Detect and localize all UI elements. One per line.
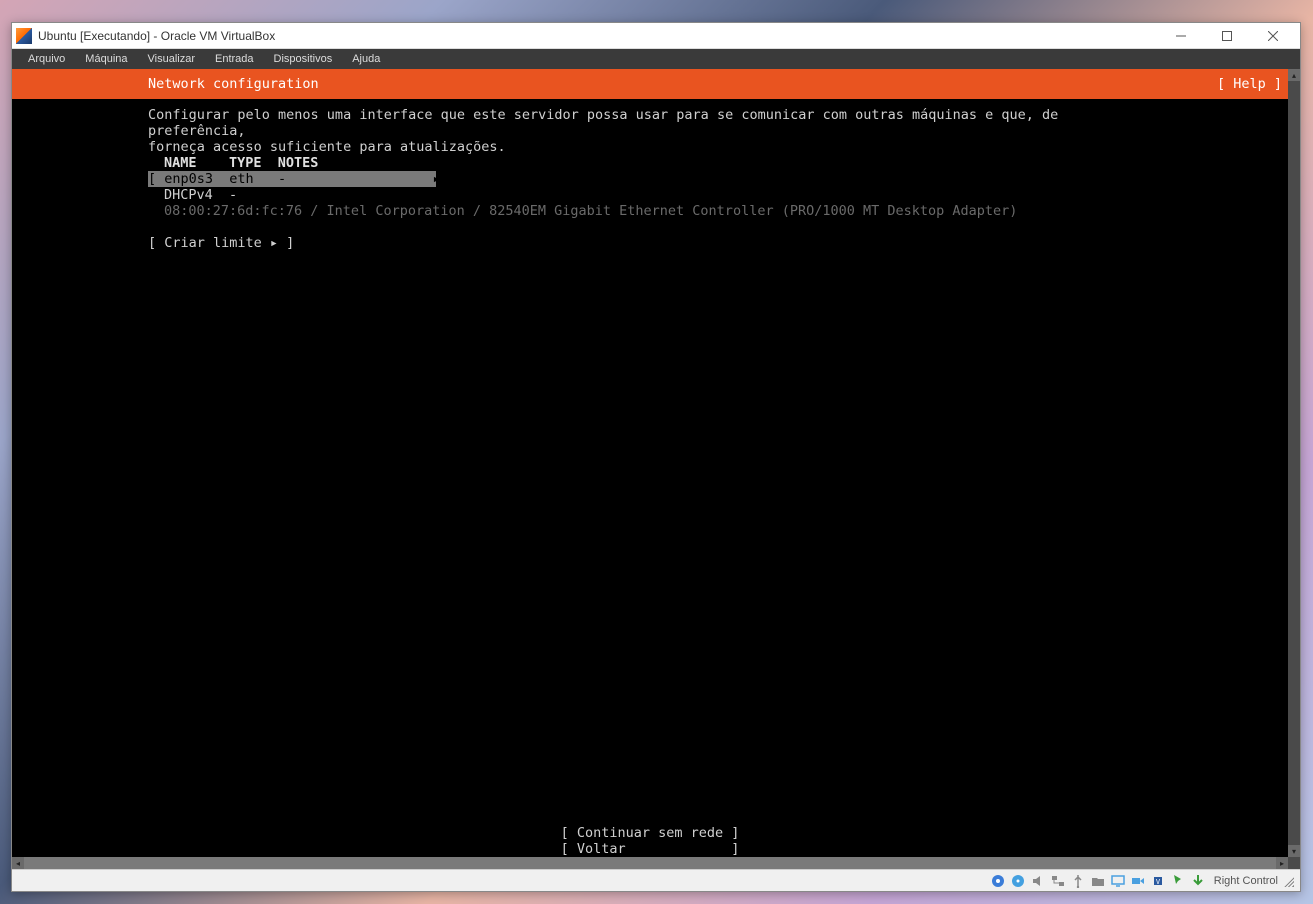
- continue-without-network-button[interactable]: [ Continuar sem rede ]: [12, 825, 1288, 841]
- statusbar: V Right Control: [12, 869, 1300, 891]
- back-button[interactable]: [ Voltar ]: [12, 841, 1288, 857]
- interface-enp0s3-row[interactable]: [ enp0s3 eth - ▸ ]: [148, 171, 436, 187]
- recording-icon[interactable]: [1130, 873, 1146, 889]
- processor-icon[interactable]: V: [1150, 873, 1166, 889]
- minimize-button[interactable]: [1158, 24, 1204, 48]
- menu-arquivo[interactable]: Arquivo: [18, 51, 75, 67]
- help-button[interactable]: [ Help ]: [1217, 76, 1282, 92]
- scroll-left-icon[interactable]: ◂: [12, 857, 24, 869]
- close-button[interactable]: [1250, 24, 1296, 48]
- host-key-label: Right Control: [1214, 875, 1278, 887]
- display-icon[interactable]: [1110, 873, 1126, 889]
- window-title: Ubuntu [Executando] - Oracle VM VirtualB…: [38, 29, 1158, 43]
- resize-grip-icon[interactable]: [1282, 875, 1294, 887]
- scroll-right-icon[interactable]: ▸: [1276, 857, 1288, 869]
- menu-maquina[interactable]: Máquina: [75, 51, 137, 67]
- app-icon: [16, 28, 32, 44]
- installer-title: Network configuration: [148, 76, 319, 92]
- menubar: Arquivo Máquina Visualizar Entrada Dispo…: [12, 49, 1300, 69]
- usb-icon[interactable]: [1070, 873, 1086, 889]
- horizontal-scrollbar[interactable]: ◂ ▸: [12, 857, 1288, 869]
- maximize-button[interactable]: [1204, 24, 1250, 48]
- scroll-corner: [1288, 857, 1300, 869]
- installer-nav-buttons: [ Continuar sem rede ] [ Voltar ]: [12, 825, 1288, 857]
- keyboard-capture-icon[interactable]: [1190, 873, 1206, 889]
- menu-entrada[interactable]: Entrada: [205, 51, 264, 67]
- menu-visualizar[interactable]: Visualizar: [138, 51, 206, 67]
- guest-screen[interactable]: Network configuration [ Help ] Configura…: [12, 69, 1288, 857]
- titlebar[interactable]: Ubuntu [Executando] - Oracle VM VirtualB…: [12, 23, 1300, 49]
- interface-table-header: NAME TYPE NOTES: [164, 155, 318, 171]
- hard-disk-icon[interactable]: [990, 873, 1006, 889]
- interface-hardware-info: 08:00:27:6d:fc:76 / Intel Corporation / …: [164, 203, 1017, 219]
- shared-folders-icon[interactable]: [1090, 873, 1106, 889]
- scroll-down-icon[interactable]: ▾: [1288, 845, 1300, 857]
- optical-drive-icon[interactable]: [1010, 873, 1026, 889]
- vertical-scrollbar[interactable]: ▴ ▾: [1288, 69, 1300, 857]
- menu-ajuda[interactable]: Ajuda: [342, 51, 390, 67]
- installer-description: Configurar pelo menos uma interface que …: [148, 107, 1148, 155]
- create-bond-button[interactable]: [ Criar limite ▸ ]: [148, 235, 294, 251]
- installer-header: Network configuration [ Help ]: [12, 69, 1288, 99]
- scroll-up-icon[interactable]: ▴: [1288, 69, 1300, 81]
- window-controls: [1158, 24, 1296, 48]
- horizontal-scroll-thumb[interactable]: [24, 857, 1276, 869]
- menu-dispositivos[interactable]: Dispositivos: [264, 51, 343, 67]
- virtualbox-window: Ubuntu [Executando] - Oracle VM VirtualB…: [11, 22, 1301, 892]
- vm-display-area: Network configuration [ Help ] Configura…: [12, 69, 1300, 869]
- network-icon[interactable]: [1050, 873, 1066, 889]
- interface-dhcp-status: DHCPv4 -: [164, 187, 237, 203]
- installer-body: Configurar pelo menos uma interface que …: [12, 99, 1288, 857]
- mouse-integration-icon[interactable]: [1170, 873, 1186, 889]
- audio-icon[interactable]: [1030, 873, 1046, 889]
